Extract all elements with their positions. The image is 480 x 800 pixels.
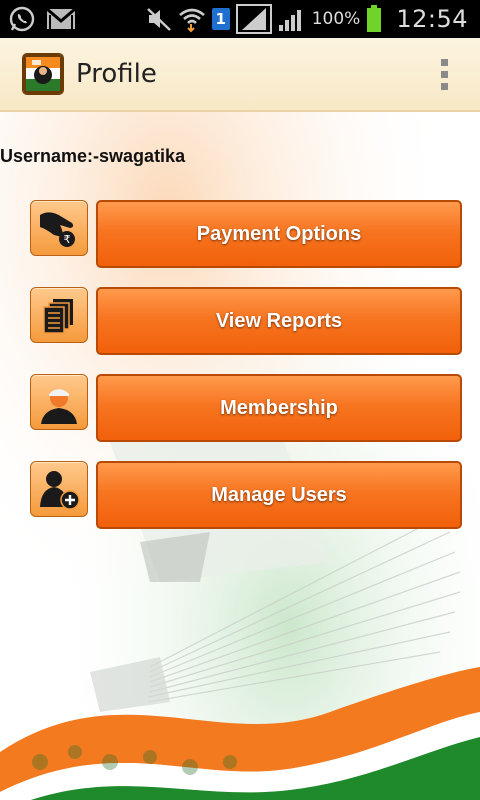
status-bar: 1 100% 12:54 [0,0,480,38]
wifi-icon [178,5,206,33]
overflow-menu-button[interactable] [438,58,450,90]
mute-icon [146,6,172,32]
signal-icon [235,4,272,34]
clock: 12:54 [396,5,468,33]
overflow-dot [440,70,448,78]
svg-text:₹: ₹ [64,233,71,246]
manage-users-button[interactable]: Manage Users [96,461,462,529]
documents-icon[interactable] [30,287,88,343]
person-cap-icon[interactable] [30,374,88,430]
overflow-dot [440,58,448,66]
action-bar: Profile [0,38,480,112]
sim-badge: 1 [211,8,230,30]
username-label: Username:-swagatika [0,146,186,166]
menu-row-payment: ₹ Payment Options [30,200,464,272]
menu-row-manage-users: Manage Users [30,461,464,533]
battery-percent: 100% [311,9,361,29]
membership-button[interactable]: Membership [96,374,462,442]
menu-row-reports: View Reports [30,287,464,359]
app-logo-icon[interactable] [22,53,64,95]
payment-options-button[interactable]: Payment Options [96,200,462,268]
menu-row-membership: Membership [30,374,464,446]
whatsapp-icon [8,5,36,33]
view-reports-button[interactable]: View Reports [96,287,462,355]
gmail-icon [46,7,76,31]
add-user-icon[interactable] [30,461,88,517]
battery-icon [366,5,382,33]
overflow-dot [440,82,448,90]
page-title: Profile [76,59,157,89]
hand-rupee-icon[interactable]: ₹ [30,200,88,256]
signal-icon [278,6,306,32]
profile-content: Username:-swagatika ₹ Payment Options Vi… [0,112,480,800]
